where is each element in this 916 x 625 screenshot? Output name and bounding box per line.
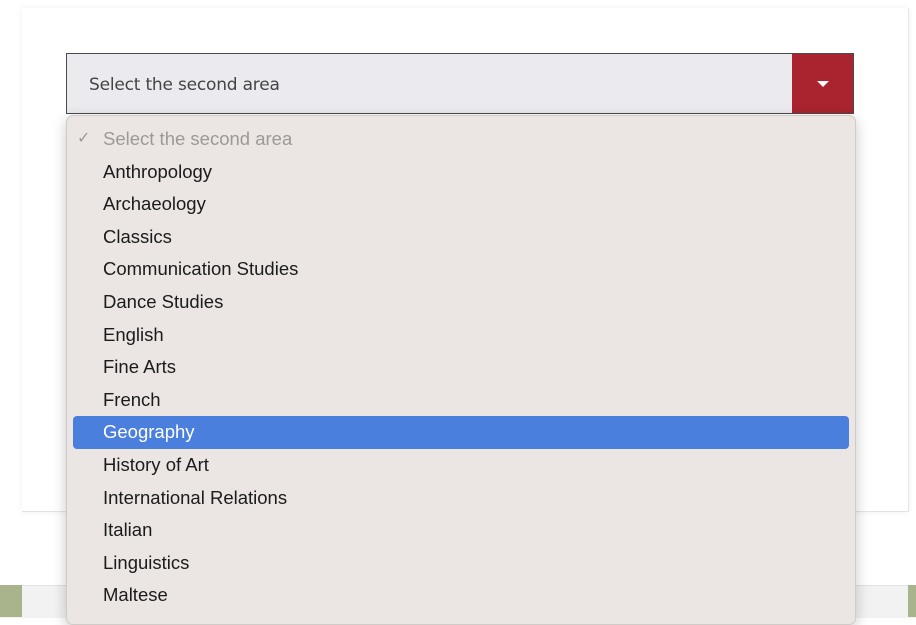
option-label: Fine Arts xyxy=(103,356,176,378)
dropdown-option[interactable]: Anthropology xyxy=(73,156,849,189)
option-label: Archaeology xyxy=(103,193,206,215)
dropdown-option[interactable]: Maltese xyxy=(73,579,849,612)
caret-down-icon xyxy=(816,80,829,87)
dropdown-toggle-button[interactable] xyxy=(792,54,853,113)
dropdown-option[interactable]: Geography xyxy=(73,416,849,449)
option-label: Anthropology xyxy=(103,160,213,182)
dropdown-option[interactable]: Linguistics xyxy=(73,547,849,580)
select-current-value: Select the second area xyxy=(89,75,280,95)
option-label: History of Art xyxy=(103,453,209,475)
dropdown-option[interactable]: Classics xyxy=(73,221,849,254)
dropdown-option[interactable]: Archaeology xyxy=(73,188,849,221)
dropdown-option[interactable]: Communication Studies xyxy=(73,253,849,286)
dropdown-option[interactable]: Dance Studies xyxy=(73,286,849,319)
option-label: Classics xyxy=(103,225,172,247)
option-label: Geography xyxy=(103,421,195,443)
checkmark-icon: ✓ xyxy=(77,130,91,147)
option-label: Select the second area xyxy=(103,128,293,149)
dropdown-option-list: Anthropology Archaeology Classics Communica… xyxy=(67,156,855,612)
dropdown-option[interactable]: History of Art xyxy=(73,449,849,482)
dropdown-option[interactable]: International Relations xyxy=(73,482,849,515)
option-label: French xyxy=(103,388,161,410)
footer-accent-right xyxy=(908,585,916,617)
option-label: Communication Studies xyxy=(103,258,299,280)
dropdown-option[interactable]: French xyxy=(73,384,849,417)
option-label: International Relations xyxy=(103,486,288,508)
option-label: Italian xyxy=(103,519,153,541)
dropdown-option[interactable]: Italian xyxy=(73,514,849,547)
dropdown-option[interactable]: English xyxy=(73,319,849,352)
option-label: Linguistics xyxy=(103,551,190,573)
option-label: Maltese xyxy=(103,584,168,606)
option-label: Dance Studies xyxy=(103,290,224,312)
second-area-select[interactable]: Select the second area xyxy=(66,53,854,114)
footer-accent-left xyxy=(0,585,22,617)
dropdown-option-placeholder[interactable]: ✓ Select the second area xyxy=(73,123,849,156)
dropdown-option[interactable]: Fine Arts xyxy=(73,351,849,384)
dropdown-menu: ✓ Select the second area Anthropology Arc… xyxy=(66,115,856,625)
option-label: English xyxy=(103,323,164,345)
